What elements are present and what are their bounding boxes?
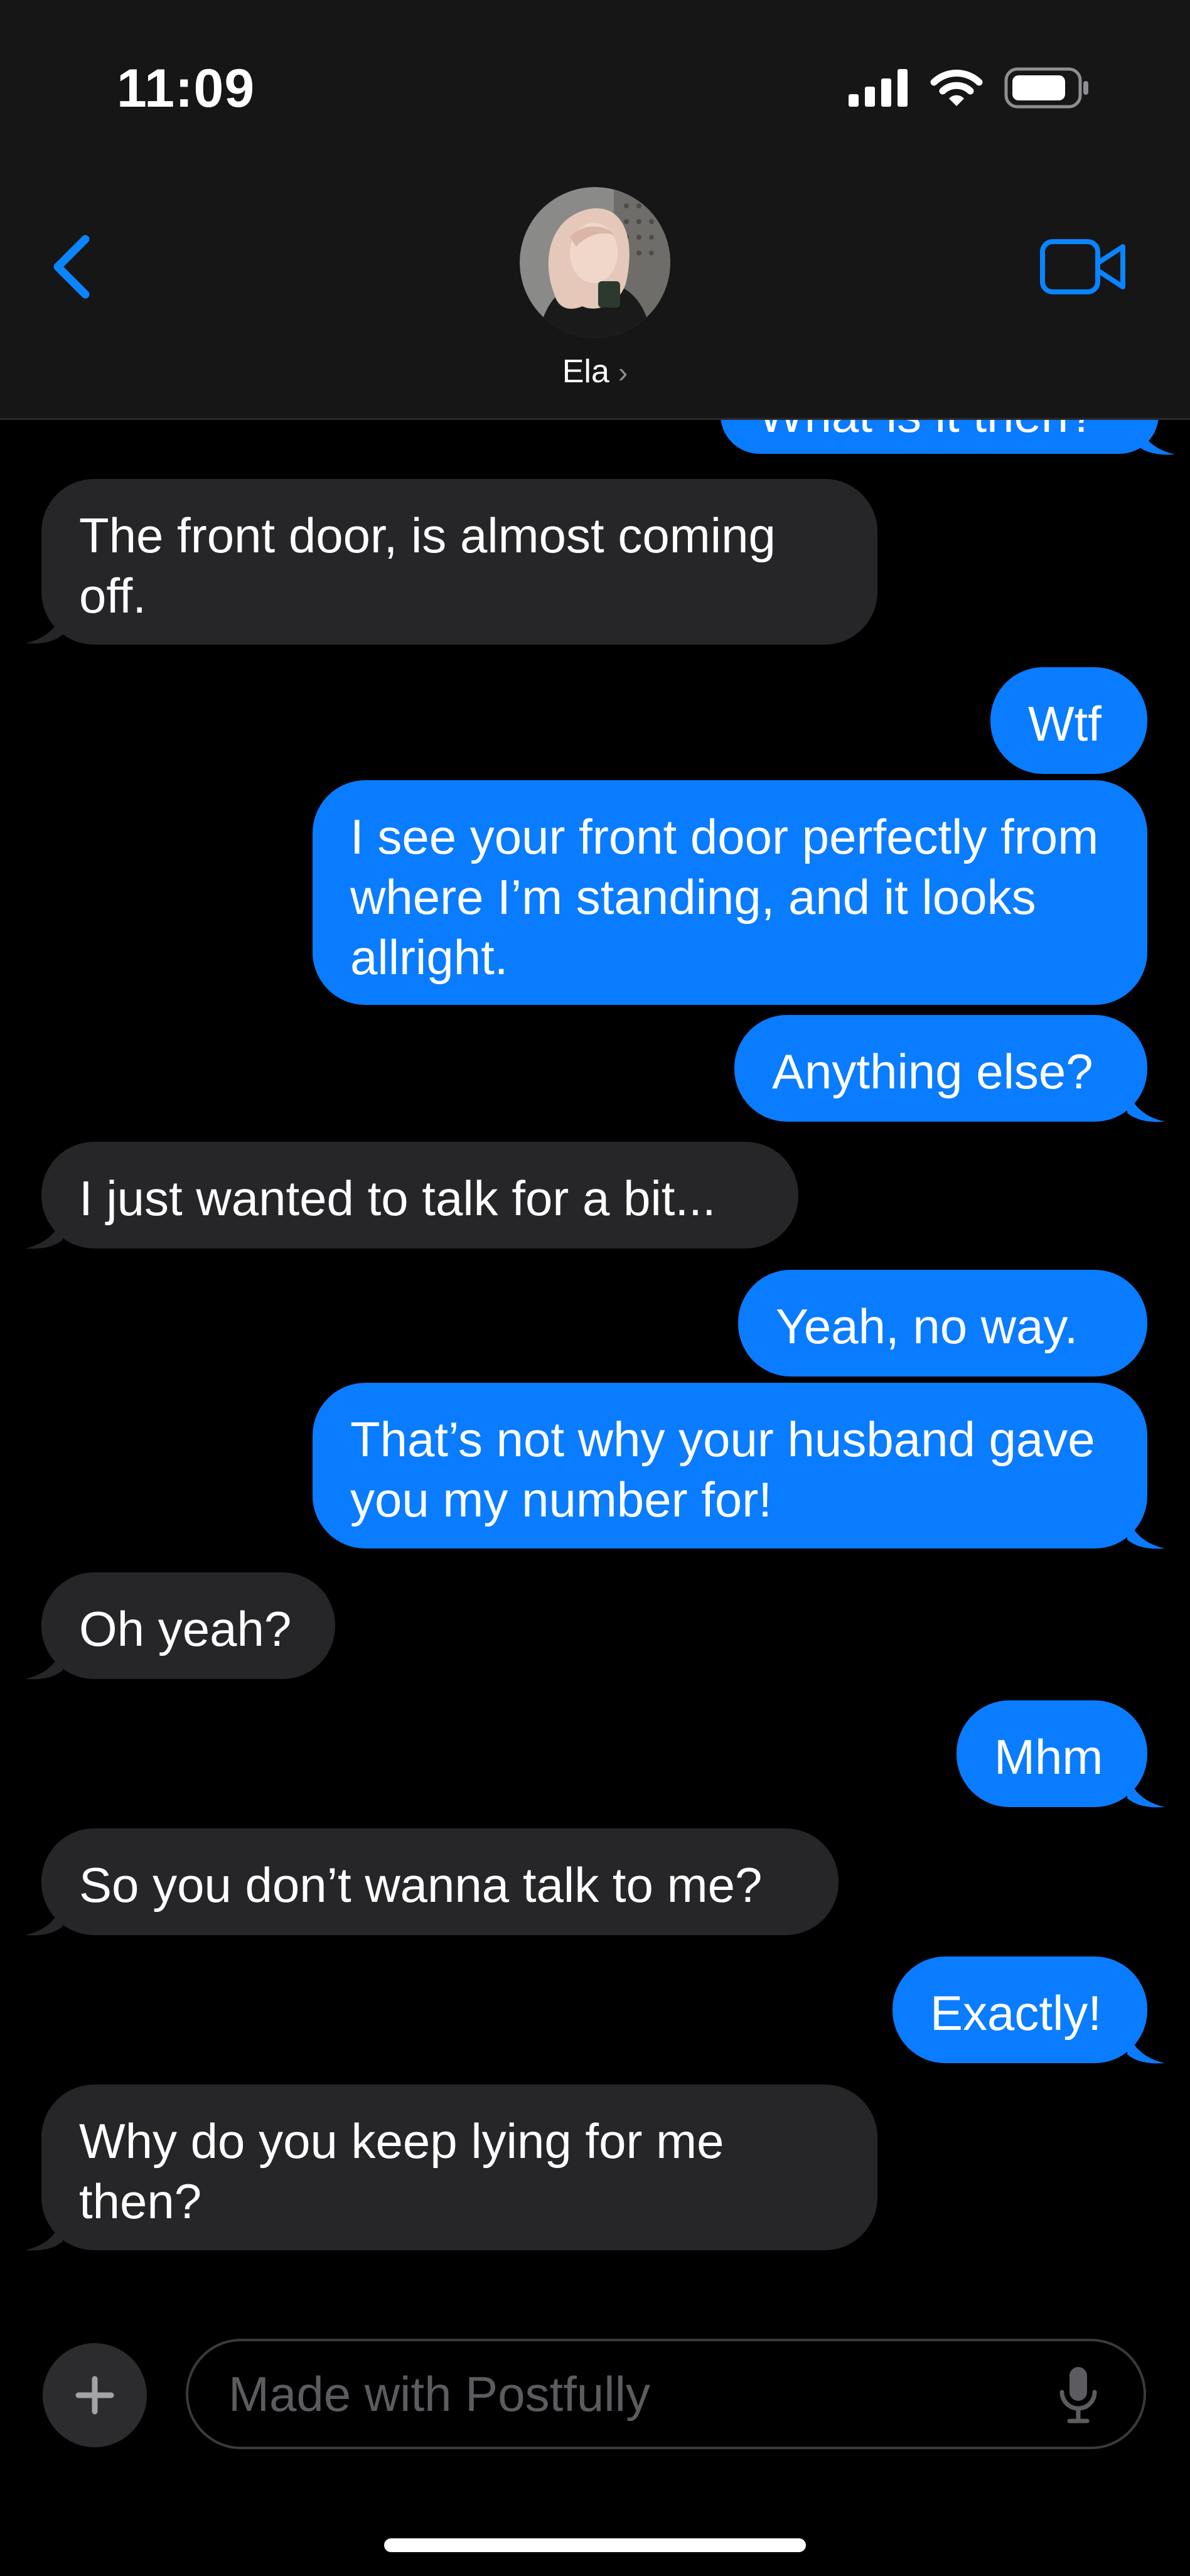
contact-name-button[interactable]: Ela › xyxy=(0,353,1190,390)
bubble-tail xyxy=(25,2218,63,2251)
battery-icon xyxy=(1004,67,1088,109)
bubble-tail xyxy=(1137,422,1175,455)
message-input[interactable] xyxy=(186,2339,1146,2449)
chevron-right-icon: › xyxy=(618,356,628,389)
message-bubble-incoming[interactable]: So you don’t wanna talk to me? xyxy=(41,1828,839,1935)
message-bubble-outgoing[interactable]: Exactly! xyxy=(893,1956,1147,2063)
bubble-tail xyxy=(1127,1516,1165,1549)
message-bubble-outgoing[interactable]: That’s not why your husband gave you my … xyxy=(313,1383,1147,1548)
bubble-tail xyxy=(25,611,63,644)
status-bar: 11:09 xyxy=(0,0,1190,163)
status-time: 11:09 xyxy=(117,58,255,119)
message-bubble-incoming[interactable]: The front door, is almost coming off. xyxy=(41,479,877,645)
signal-icon xyxy=(849,69,908,107)
plus-icon xyxy=(75,2376,114,2415)
home-indicator[interactable] xyxy=(384,2538,806,2552)
chevron-left-icon xyxy=(53,235,90,299)
message-bubble-outgoing[interactable]: Yeah, no way. xyxy=(738,1270,1147,1377)
conversation-header: Ela › xyxy=(0,163,1190,420)
back-button[interactable] xyxy=(44,226,100,308)
contact-avatar[interactable] xyxy=(520,187,670,338)
message-bubble-outgoing[interactable]: Wtf xyxy=(990,667,1147,774)
bubble-tail xyxy=(25,1902,63,1936)
message-bubble-outgoing[interactable]: I see your front door perfectly from whe… xyxy=(313,780,1147,1005)
message-bubble-incoming[interactable]: Oh yeah? xyxy=(41,1572,335,1679)
status-icons xyxy=(849,63,1090,113)
add-attachment-button[interactable] xyxy=(43,2343,147,2447)
message-bubble-outgoing[interactable]: What is it then? xyxy=(721,420,1159,454)
bubble-tail xyxy=(25,1646,63,1680)
composer-bar xyxy=(0,2303,1190,2576)
dictation-button[interactable] xyxy=(1047,2361,1110,2428)
bubble-tail xyxy=(1127,1089,1165,1122)
message-bubble-incoming[interactable]: Why do you keep lying for me then? xyxy=(41,2085,877,2250)
message-thread[interactable]: What is it then? The front door, is almo… xyxy=(0,420,1190,2303)
bubble-tail xyxy=(1127,1774,1165,1808)
bubble-tail xyxy=(25,1216,63,1249)
contact-name: Ela xyxy=(562,353,609,390)
bubble-tail xyxy=(1127,2031,1165,2064)
message-bubble-outgoing[interactable]: Mhm xyxy=(957,1700,1147,1807)
message-bubble-incoming[interactable]: I just wanted to talk for a bit... xyxy=(41,1142,798,1248)
video-call-button[interactable] xyxy=(1039,232,1127,301)
wifi-icon xyxy=(930,70,983,106)
video-camera-icon xyxy=(1040,239,1125,294)
microphone-icon xyxy=(1059,2367,1097,2423)
message-bubble-outgoing[interactable]: Anything else? xyxy=(734,1015,1147,1122)
